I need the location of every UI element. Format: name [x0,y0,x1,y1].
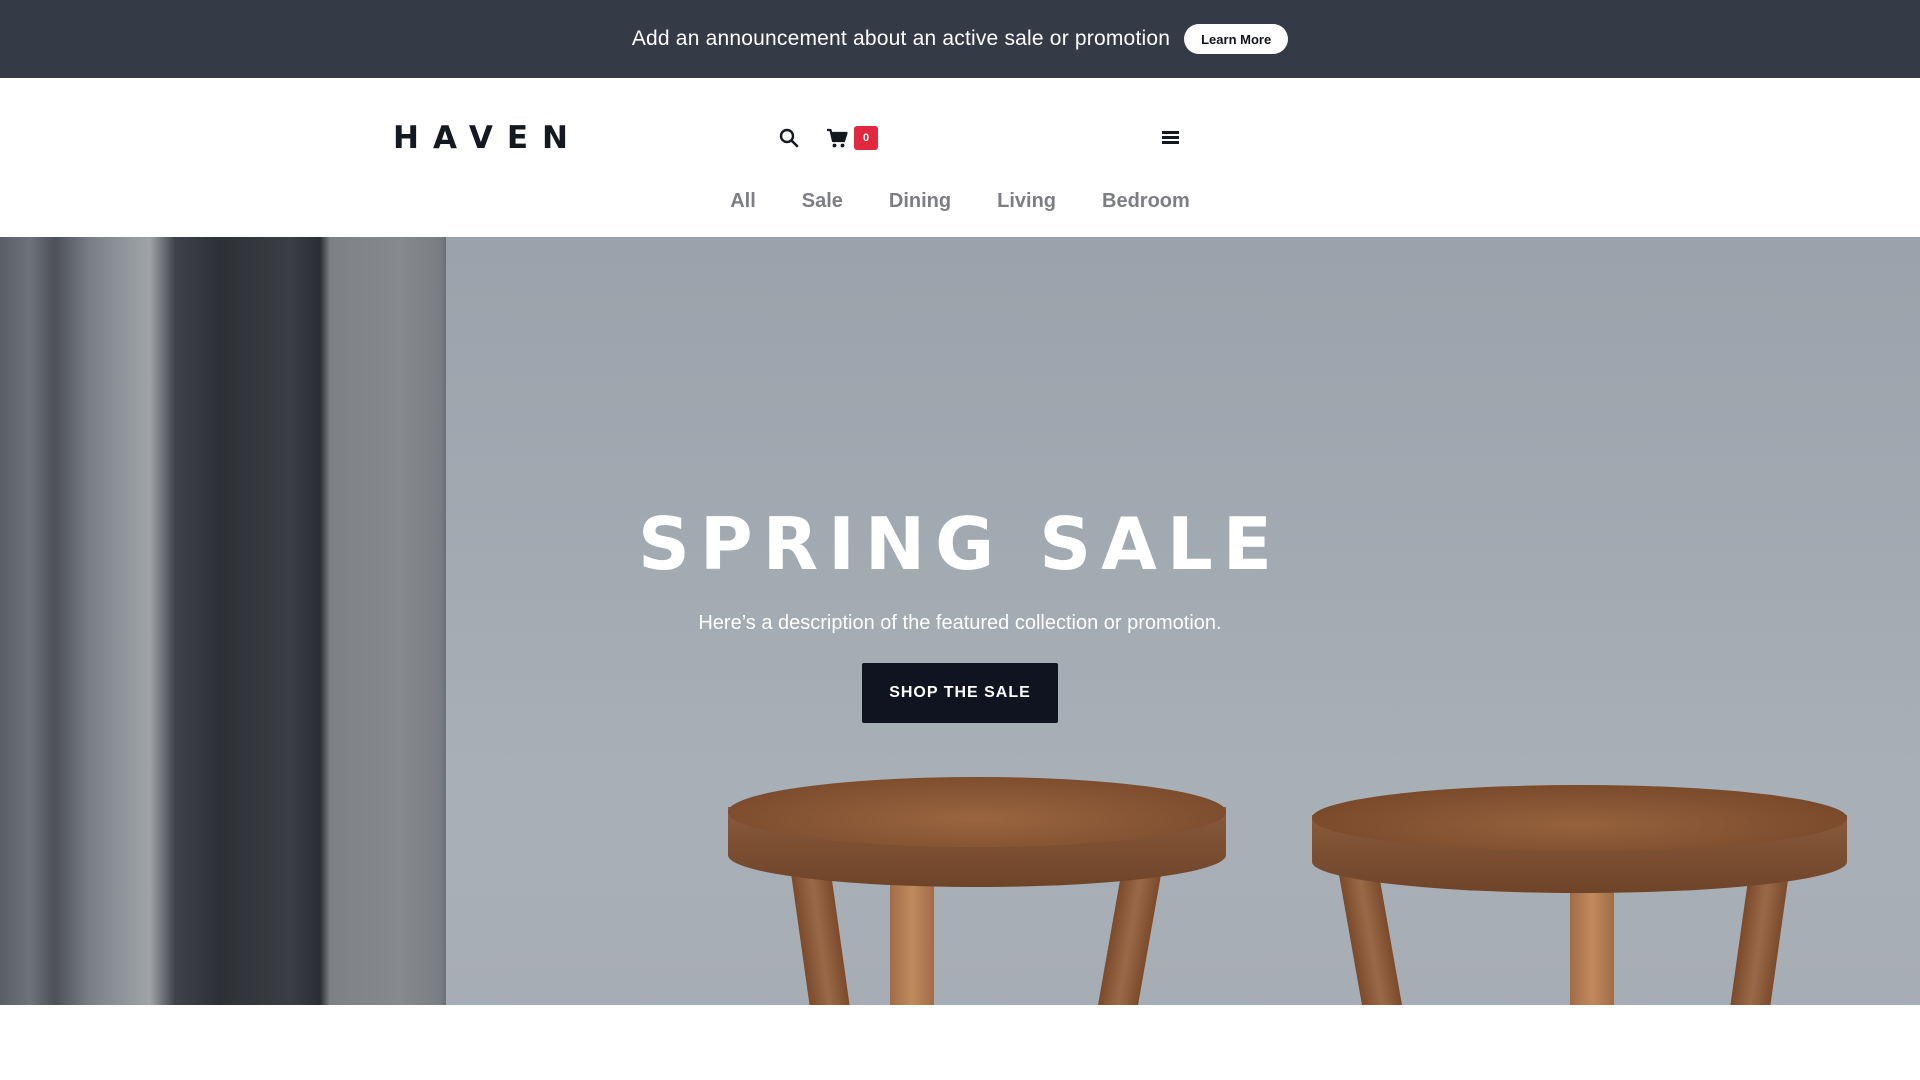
hero-description: Here’s a description of the featured col… [698,612,1222,634]
cart-button[interactable]: 0 [826,126,878,150]
nav-item-bedroom[interactable]: Bedroom [1102,190,1190,213]
hamburger-menu-icon[interactable] [1162,129,1179,145]
hero-content: SPRING SALE Here’s a description of the … [0,502,1920,723]
announcement-text: Add an announcement about an active sale… [631,27,1171,50]
nav-item-sale[interactable]: Sale [802,190,843,213]
shop-the-sale-button[interactable]: SHOP THE SALE [862,663,1058,723]
nav-item-living[interactable]: Living [997,190,1056,213]
announcement-bar: Add an announcement about an active sale… [0,0,1920,78]
learn-more-button[interactable]: Learn More [1184,24,1289,54]
cart-icon [826,127,848,149]
hero-banner: SPRING SALE Here’s a description of the … [0,237,1920,1005]
site-header: HAVEN 0 All Sale Dining Living Bedroom [0,78,1920,237]
logo[interactable]: HAVEN [393,120,582,156]
cart-count-badge: 0 [854,126,878,150]
main-nav: All Sale Dining Living Bedroom [0,190,1920,213]
hero-title: SPRING SALE [638,502,1282,586]
nav-item-dining[interactable]: Dining [889,190,951,213]
nav-item-all[interactable]: All [730,190,756,213]
search-icon[interactable] [779,128,799,148]
